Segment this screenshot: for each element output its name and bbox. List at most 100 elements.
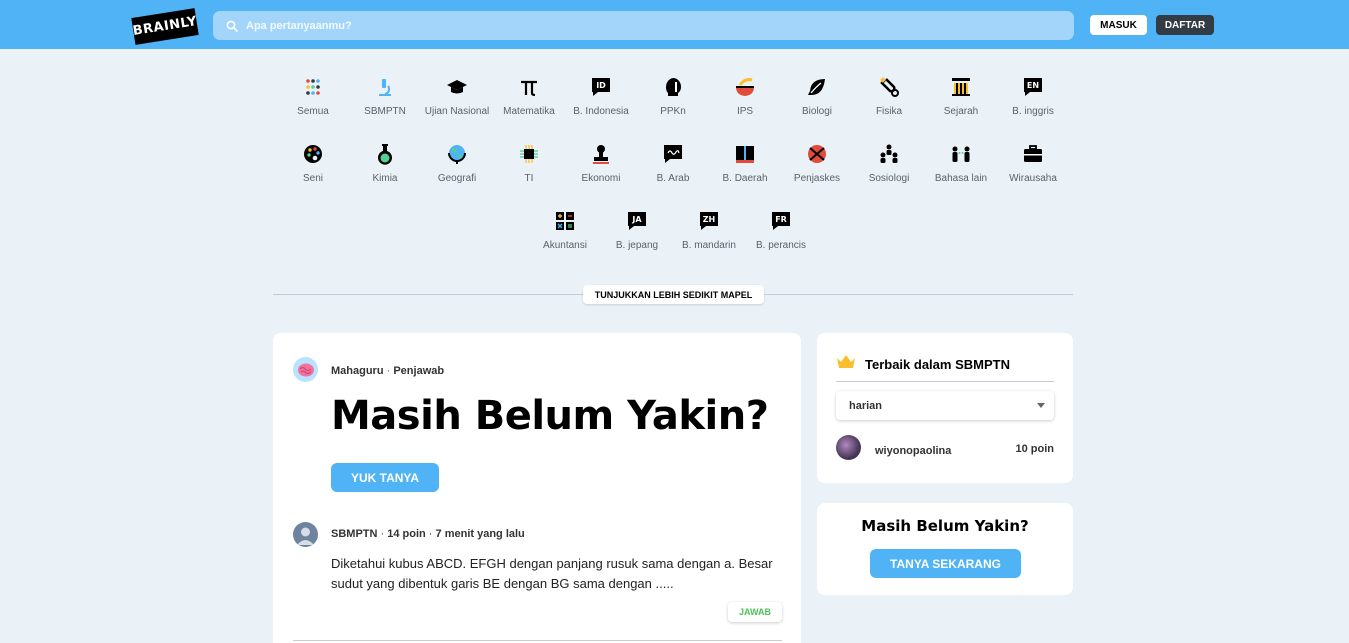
subject-sbmptn[interactable]: SBMPTN [349,66,421,122]
column-icon [950,76,972,98]
leaf-icon [806,76,828,98]
subject-biologi[interactable]: Biologi [781,66,853,122]
subject-b-perancis[interactable]: FR B. perancis [745,200,817,256]
ranking-title: Terbaik dalam SBMPTN [865,357,1010,372]
subject-b-daerah[interactable]: B. Daerah [709,133,781,189]
ask-now-button[interactable]: TANYA SEKARANG [870,549,1021,578]
subject-label: Penjaskes [793,173,841,184]
search-input[interactable] [246,19,946,32]
subject-label: Akuntansi [543,240,587,251]
subject-ekonomi[interactable]: Ekonomi [565,133,637,189]
stamp-icon [590,143,612,165]
subject-label: Kimia [372,173,398,184]
subject-label: Bahasa lain [934,173,988,184]
palette-icon [302,143,324,165]
cta-card: Masih Belum Yakin? TANYA SEKARANG [817,503,1073,595]
brainly-logo[interactable]: BRAINLY [131,8,199,45]
subject-label: IPS [736,106,754,117]
subject-b-arab[interactable]: B. Arab [637,133,709,189]
subject-label: Geografi [437,173,477,184]
icon-text: EN [1027,81,1039,90]
answer-button[interactable]: JAWAB [728,602,782,622]
globe-icon [446,143,468,165]
cta-title: Masih Belum Yakin? [861,517,1029,535]
arab-bubble-icon [662,143,684,165]
subject-label: B. inggris [1012,106,1054,117]
subject-fisika[interactable]: Fisika [853,66,925,122]
subject-ips[interactable]: IPS [709,66,781,122]
ranking-user-name[interactable]: wiyonopaolina [875,445,951,457]
ranking-user-points: 10 poin [1015,443,1054,455]
subject-label: SBMPTN [364,106,406,117]
subject-label: Sejarah [943,106,979,117]
subject-b-mandarin[interactable]: ZH B. mandarin [673,200,745,256]
icon-text: FR [775,215,787,224]
subject-wirausaha[interactable]: Wirausaha [997,133,1069,189]
subject-label: Semua [297,106,329,117]
subject-bahasa-lain[interactable]: Bahasa lain [925,133,997,189]
subject-akuntansi[interactable]: Akuntansi [529,200,601,256]
question-points: 14 poin [387,528,426,540]
ranking-divider [836,381,1054,382]
subject-b-indonesia[interactable]: ID B. Indonesia [565,66,637,122]
subject-label: B. Arab [656,173,690,184]
subject-label: Biologi [801,106,833,117]
promo-title: Masih Belum Yakin? [331,393,769,439]
head-icon [662,76,684,98]
chip-icon [518,143,540,165]
subject-label: B. jepang [615,240,659,251]
signup-button[interactable]: DAFTAR [1156,15,1214,35]
subject-geografi[interactable]: Geografi [421,133,493,189]
subject-label: Wirausaha [1009,173,1057,184]
period-select[interactable]: harian [836,391,1054,420]
book-icon [734,143,756,165]
promo-author-name: Mahaguru [331,365,384,377]
speakers-icon [950,143,972,165]
briefcase-icon [1022,143,1044,165]
subject-b-inggris[interactable]: EN B. inggris [997,66,1069,122]
id-bubble-icon: ID [590,76,612,98]
subject-label: B. Daerah [722,173,768,184]
ja-bubble-icon: JA [626,210,648,232]
login-button[interactable]: MASUK [1090,15,1147,35]
icon-text: ZH [703,215,716,224]
ask-button[interactable]: YUK TANYA [331,463,439,492]
subject-kimia[interactable]: Kimia [349,133,421,189]
subject-b-jepang[interactable]: JA B. jepang [601,200,673,256]
subject-sosiologi[interactable]: Sosiologi [853,133,925,189]
subject-seni[interactable]: Seni [277,133,349,189]
subject-ppkn[interactable]: PPKn [637,66,709,122]
crown-icon [837,355,855,368]
question-subject[interactable]: SBMPTN [331,528,377,540]
promo-author-role: Penjawab [393,365,445,377]
people-icon [878,143,900,165]
fr-bubble-icon: FR [770,210,792,232]
question-avatar[interactable] [293,522,318,547]
subject-penjaskes[interactable]: Penjaskes [781,133,853,189]
dots-grid-icon [302,76,324,98]
subject-matematika[interactable]: Matematika [493,66,565,122]
subject-label: TI [524,173,534,184]
ball-icon [806,143,828,165]
bowl-icon [734,76,756,98]
icon-text: ID [596,81,606,90]
question-time: 7 menit yang lalu [435,528,525,540]
show-fewer-subjects-button[interactable]: TUNJUKKAN LEBIH SEDIKIT MAPEL [583,285,764,304]
icon-text: JA [631,215,642,224]
graduation-cap-icon [446,76,468,98]
subject-semua[interactable]: Semua [277,66,349,122]
search-bar[interactable] [213,11,1074,40]
pi-icon [518,76,540,98]
subject-label: B. perancis [755,240,807,251]
subject-ujian-nasional[interactable]: Ujian Nasional [421,66,493,122]
period-select-value: harian [849,399,883,412]
promo-author: Mahaguru · Penjawab [331,365,445,377]
subject-sejarah[interactable]: Sejarah [925,66,997,122]
subject-ti[interactable]: TI [493,133,565,189]
ranking-card: Terbaik dalam SBMPTN harian wiyonopaolin… [817,333,1073,483]
subject-label: Sosiologi [868,173,910,184]
subject-label: B. mandarin [682,240,736,251]
subject-label: PPKn [660,106,686,117]
user-avatar[interactable] [836,435,861,460]
question-text[interactable]: Diketahui kubus ABCD. EFGH dengan panjan… [331,554,781,594]
